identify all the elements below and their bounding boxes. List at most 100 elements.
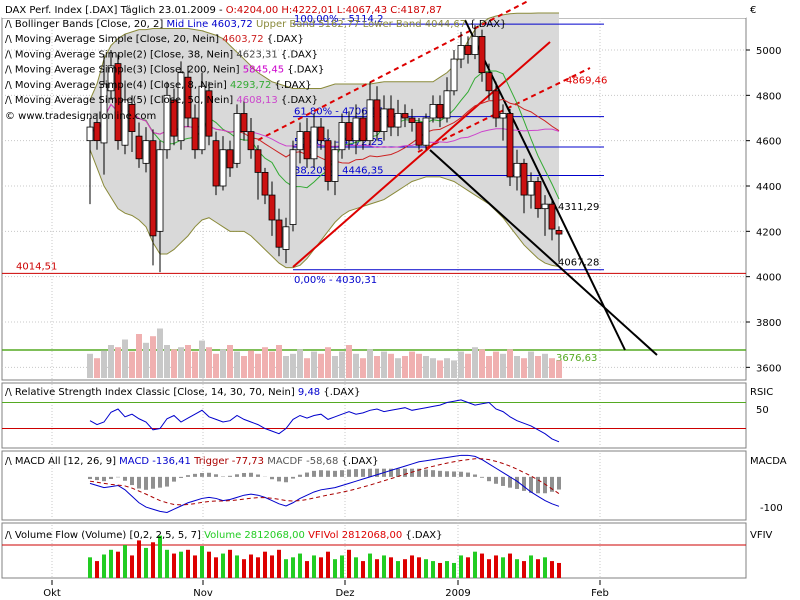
volume-bar: [311, 351, 317, 378]
vf-axis-title: VFIV: [750, 530, 773, 541]
vf-bar: [158, 535, 162, 578]
y-tick-label: 4800: [756, 91, 781, 102]
macd-histogram-bar: [445, 471, 449, 477]
legend-entry: /\ Moving Average Simple(4) [Close, 8, N…: [5, 80, 312, 91]
vf-bar: [333, 559, 337, 578]
volume-bar: [430, 358, 436, 378]
macd-histogram-bar: [494, 476, 498, 484]
macd-histogram-bar: [102, 476, 106, 482]
volume-bar: [381, 351, 387, 378]
vf-bar: [207, 551, 211, 578]
vf-bar: [249, 554, 253, 578]
candle-body: [415, 122, 423, 146]
vf-bar: [431, 561, 435, 578]
candle-body: [121, 99, 129, 146]
volume-bar: [122, 339, 128, 378]
volume-bar: [388, 353, 394, 378]
vf-bar: [452, 562, 456, 578]
volume-bar: [332, 356, 338, 378]
macd-histogram-bar: [522, 476, 526, 491]
chart-canvas: Okt Nov Dez 2009 Feb 5000 4800 4600 4400 4200 4000…: [1, 0, 787, 599]
vf-bar: [508, 553, 512, 578]
vf-bar: [543, 557, 547, 578]
y-tick-label: 4400: [756, 182, 781, 193]
macd-axis-title: MACDA: [750, 456, 787, 467]
rsi-tick: 50: [756, 405, 769, 416]
vf-bar: [382, 555, 386, 578]
volume-bar: [108, 345, 114, 378]
volume-bar: [437, 360, 443, 378]
macd-histogram-bar: [305, 472, 309, 477]
vf-bar: [214, 557, 218, 578]
vf-bar: [116, 551, 120, 578]
volume-bar: [549, 358, 555, 378]
macd-histogram-bar: [466, 472, 470, 477]
volume-bar: [521, 358, 527, 378]
volume-bar: [164, 345, 170, 378]
macd-histogram-bar: [333, 470, 337, 477]
y-tick-label: 4200: [756, 227, 781, 238]
candle-body: [352, 117, 360, 142]
legend-entry: /\ Moving Average Simple [Close, 20, Nei…: [5, 34, 304, 45]
volume-bar: [367, 349, 373, 378]
x-tick-label: Dez: [335, 588, 354, 599]
volume-bar: [255, 353, 261, 378]
macd-histogram-bar: [214, 474, 218, 477]
volume-bar: [479, 349, 485, 378]
volume-bar: [276, 345, 282, 378]
vf-bar: [536, 559, 540, 578]
vf-bar: [144, 547, 148, 578]
volume-bar: [241, 356, 247, 378]
candle-body: [296, 131, 304, 151]
macd-histogram-bar: [235, 474, 239, 477]
volume-bar: [178, 347, 184, 378]
vf-bar: [438, 562, 442, 578]
vf-bar: [172, 553, 176, 578]
legend-entry: /\ Moving Average Simple(5) [Close, 50, …: [5, 95, 318, 106]
vf-bar: [312, 555, 316, 578]
candle-body: [219, 149, 227, 187]
vf-bar: [424, 559, 428, 578]
volume-bar: [157, 328, 163, 378]
volume-bar: [465, 353, 471, 378]
macd-histogram-bar: [536, 476, 540, 494]
price-label: 4869,46: [566, 76, 607, 87]
volume-bar: [290, 353, 296, 378]
level-label: 4014,51: [16, 261, 57, 272]
vf-bar: [130, 555, 134, 578]
macd-histogram-bar: [557, 476, 561, 490]
macd-histogram-bar: [172, 476, 176, 482]
candle-body: [254, 149, 262, 173]
macd-histogram-bar: [431, 470, 435, 477]
macd-histogram-bar: [473, 474, 477, 477]
macd-histogram-bar: [291, 476, 295, 479]
volume-bar: [269, 351, 275, 378]
candle-body: [478, 36, 486, 74]
macd-histogram-bar: [319, 470, 323, 477]
volume-bar: [206, 347, 212, 378]
vf-bar: [95, 561, 99, 578]
vf-bar: [375, 559, 379, 578]
candle-body: [247, 131, 255, 151]
y-tick-label: 3800: [756, 318, 781, 329]
macd-histogram-bar: [347, 469, 351, 477]
volume-bar: [339, 351, 345, 378]
volume-bar: [94, 358, 100, 378]
candle-body: [191, 117, 199, 151]
candle-body: [436, 104, 444, 119]
candle-body: [324, 140, 332, 182]
macd-histogram-bar: [109, 476, 113, 480]
candle-body: [149, 140, 157, 237]
vf-bar: [473, 551, 477, 578]
level-label: 3676,63: [556, 353, 597, 364]
macd-histogram-bar: [88, 476, 92, 480]
macd-histogram-bar: [452, 471, 456, 477]
macd-histogram-bar: [487, 476, 491, 482]
volume-bar: [402, 356, 408, 378]
candle-body: [331, 149, 339, 182]
volume-bar: [304, 358, 310, 378]
macd-histogram-bar: [368, 468, 372, 477]
volume-bar: [514, 356, 520, 378]
legend-entry: /\ Bollinger Bands [Close, 20, 2] Mid Li…: [5, 19, 506, 30]
candle-body: [338, 122, 346, 151]
